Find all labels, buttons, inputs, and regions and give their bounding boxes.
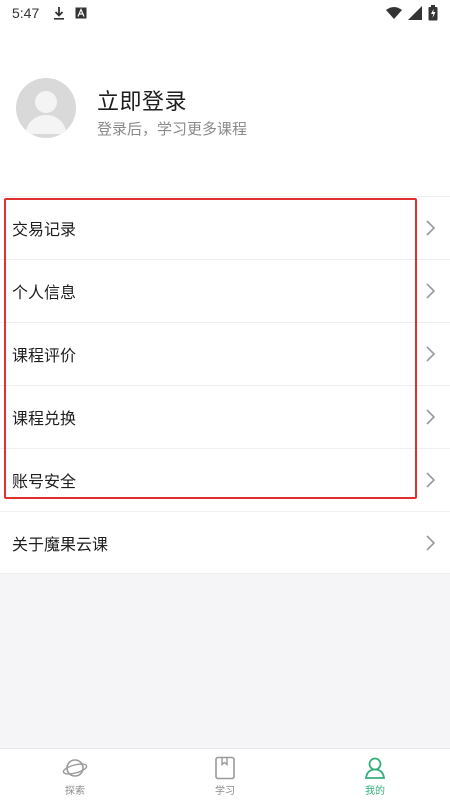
tab-explore[interactable]: 探索	[0, 749, 150, 800]
tab-study[interactable]: 学习	[150, 749, 300, 800]
status-time: 5:47	[12, 5, 40, 21]
menu-item-about[interactable]: 关于魔果云课	[0, 511, 450, 574]
menu-item-account-security[interactable]: 账号安全	[0, 448, 450, 511]
chevron-right-icon	[426, 346, 436, 362]
book-icon	[215, 756, 235, 780]
a-notification-icon	[73, 5, 89, 21]
tab-label: 探索	[65, 786, 85, 797]
menu-item-personal-info[interactable]: 个人信息	[0, 259, 450, 322]
planet-icon	[62, 759, 88, 777]
battery-icon	[428, 5, 438, 24]
login-subtitle: 登录后，学习更多课程	[97, 121, 248, 138]
user-icon	[364, 757, 386, 779]
menu-item-course-reviews[interactable]: 课程评价	[0, 322, 450, 385]
settings-menu: 交易记录 个人信息 课程评价 课程兑换 账号安全 关于魔果云课	[0, 196, 450, 574]
chevron-right-icon	[426, 409, 436, 425]
bottom-tab-bar: 探索 学习 我的	[0, 748, 450, 800]
tab-label: 我的	[365, 786, 385, 797]
wifi-icon	[386, 6, 402, 23]
menu-item-label: 课程兑换	[12, 411, 77, 428]
status-bar: 5:47	[0, 0, 450, 26]
avatar[interactable]	[16, 78, 76, 138]
login-title[interactable]: 立即登录	[97, 84, 187, 116]
chevron-right-icon	[426, 220, 436, 236]
menu-item-label: 课程评价	[12, 348, 77, 365]
menu-item-label: 个人信息	[12, 285, 77, 302]
tab-label: 学习	[215, 786, 235, 797]
default-avatar-icon	[25, 91, 67, 134]
download-icon	[51, 5, 67, 21]
profile-header[interactable]: 立即登录 登录后，学习更多课程	[0, 78, 450, 142]
tab-mine[interactable]: 我的	[300, 749, 450, 800]
chevron-right-icon	[426, 472, 436, 488]
chevron-right-icon	[426, 535, 436, 551]
chevron-right-icon	[426, 283, 436, 299]
signal-icon	[408, 6, 422, 23]
menu-item-label: 账号安全	[12, 474, 77, 491]
menu-item-label: 关于魔果云课	[12, 536, 109, 554]
menu-item-course-redeem[interactable]: 课程兑换	[0, 385, 450, 448]
menu-item-label: 交易记录	[12, 222, 77, 239]
menu-item-transactions[interactable]: 交易记录	[0, 196, 450, 259]
